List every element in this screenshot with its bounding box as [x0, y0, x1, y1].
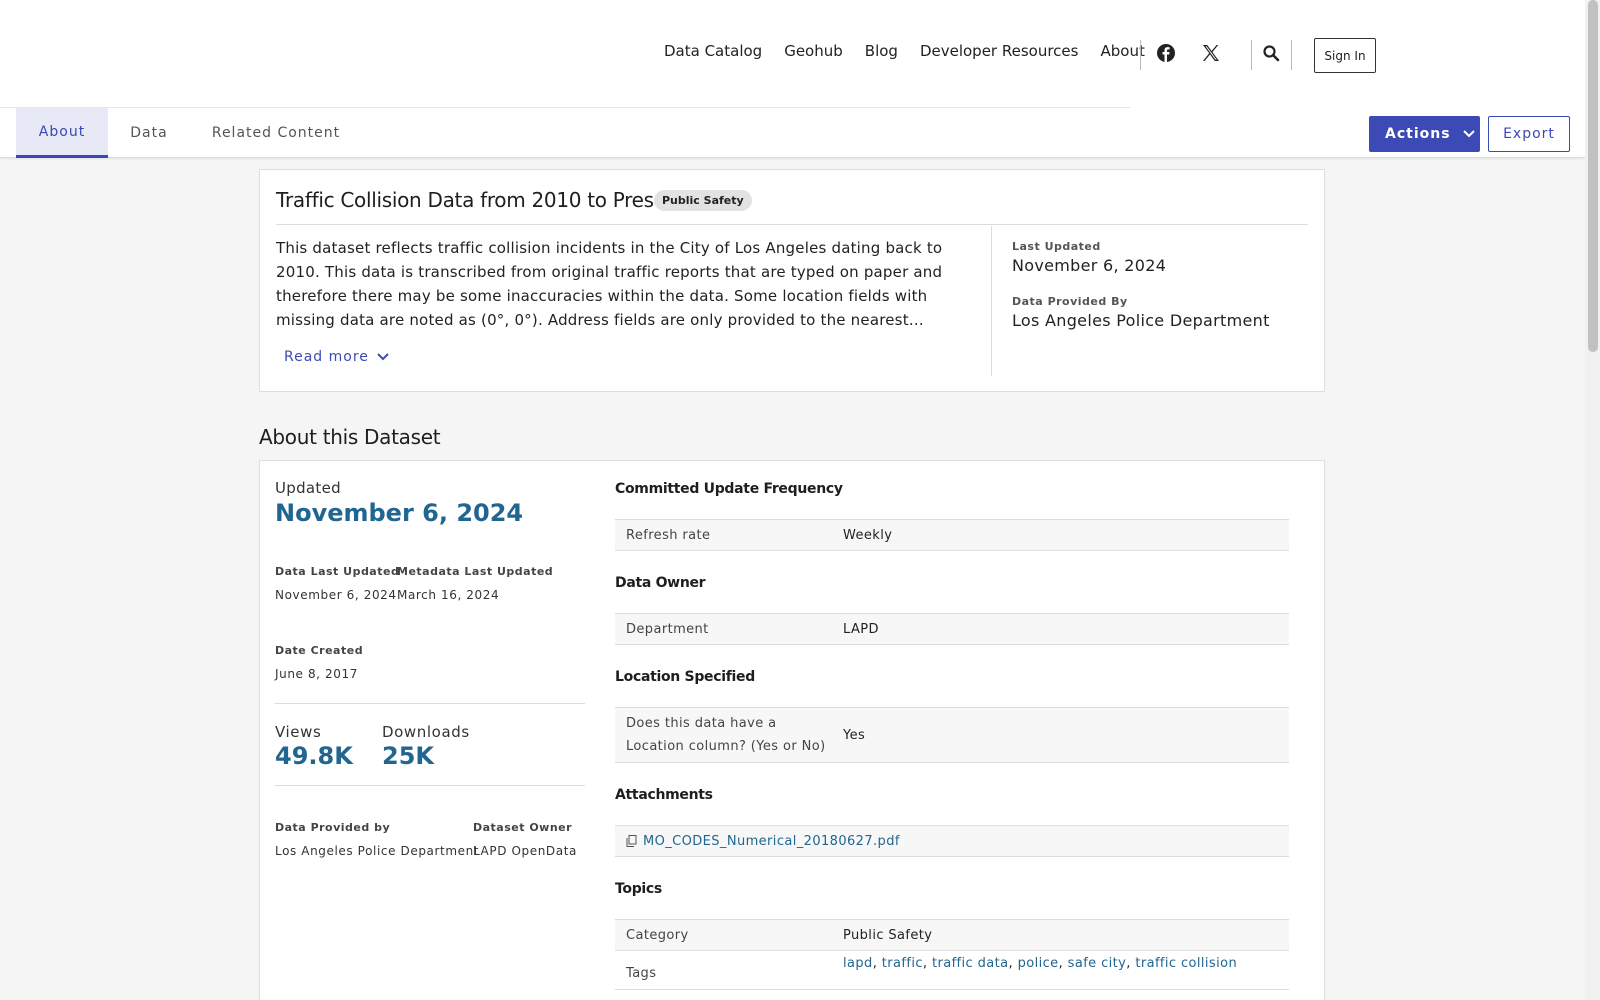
category-badge: Public Safety	[654, 190, 752, 211]
search-divider-left	[1251, 40, 1252, 70]
downloads-value: 25K	[382, 742, 434, 770]
attachments-heading: Attachments	[615, 787, 713, 803]
about-section-title: About this Dataset	[259, 425, 441, 449]
nav-divider	[1140, 40, 1141, 70]
read-more-button[interactable]: Read more	[284, 349, 389, 365]
data-provided-by-label: Data Provided by	[275, 821, 391, 834]
data-owner-heading: Data Owner	[615, 575, 706, 591]
nav-blog[interactable]: Blog	[865, 42, 898, 60]
dataset-owner-label: Dataset Owner	[473, 821, 573, 834]
location-table: Does this data have a Location column? (…	[615, 707, 1289, 763]
table-row: Tags lapd, traffic, traffic data, police…	[615, 951, 1289, 990]
nav-developer-resources[interactable]: Developer Resources	[920, 42, 1079, 60]
downloads-label: Downloads	[382, 723, 470, 741]
department-value: LAPD	[843, 614, 1289, 644]
dataset-summary-card: Traffic Collision Data from 2010 to Pres…	[259, 169, 1325, 392]
update-frequency-heading: Committed Update Frequency	[615, 481, 843, 497]
facebook-icon[interactable]	[1155, 42, 1177, 64]
metadata-last-updated-value: March 16, 2024	[397, 588, 500, 602]
attachment-link[interactable]: MO_CODES_Numerical_20180627.pdf	[615, 826, 1289, 856]
export-button[interactable]: Export	[1488, 116, 1570, 152]
stats-divider-bottom	[275, 785, 585, 786]
main-nav: Data Catalog Geohub Blog Developer Resou…	[664, 42, 1145, 60]
dataset-owner-value: LAPD OpenData	[473, 844, 577, 858]
table-row: Refresh rate Weekly	[615, 520, 1289, 551]
tag-separator: ,	[872, 956, 882, 971]
department-key: Department	[615, 614, 843, 644]
topics-table: Category Public Safety Tags lapd, traffi…	[615, 919, 1289, 990]
attachments-table: MO_CODES_Numerical_20180627.pdf	[615, 825, 1289, 857]
location-column-value: Yes	[843, 708, 1289, 762]
page-title: Traffic Collision Data from 2010 to Pres…	[276, 188, 686, 212]
data-last-updated-value: November 6, 2024	[275, 588, 397, 602]
provided-by-value: Los Angeles Police Department	[1012, 311, 1270, 330]
category-key: Category	[615, 920, 843, 950]
search-icon[interactable]	[1262, 44, 1282, 64]
tag-link[interactable]: traffic	[882, 952, 923, 975]
table-row: Category Public Safety	[615, 920, 1289, 951]
summary-divider	[276, 224, 1308, 225]
category-value: Public Safety	[843, 920, 1289, 950]
scrollbar-thumb[interactable]	[1588, 0, 1598, 352]
refresh-rate-key: Refresh rate	[615, 520, 843, 550]
topics-heading: Topics	[615, 881, 662, 897]
page-tabs: About Data Related Content Actions Expor…	[0, 108, 1585, 158]
about-dataset-card: Updated November 6, 2024 Data Last Updat…	[259, 460, 1325, 1000]
site-header: Data Catalog Geohub Blog Developer Resou…	[0, 0, 1585, 108]
tags-key: Tags	[626, 965, 657, 981]
provided-by-label: Data Provided By	[1012, 295, 1128, 308]
summary-column-divider	[991, 226, 992, 376]
update-frequency-table: Refresh rate Weekly	[615, 519, 1289, 551]
tag-link[interactable]: police	[1018, 952, 1059, 975]
views-label: Views	[275, 723, 322, 741]
table-row: Department LAPD	[615, 614, 1289, 645]
tab-related-content[interactable]: Related Content	[200, 108, 352, 158]
location-column-key: Does this data have a Location column? (…	[615, 708, 843, 762]
tag-link[interactable]: safe city	[1068, 952, 1127, 975]
data-owner-table: Department LAPD	[615, 613, 1289, 645]
chevron-down-icon	[1462, 130, 1475, 138]
attachment-filename: MO_CODES_Numerical_20180627.pdf	[643, 833, 900, 849]
search-divider-right	[1291, 40, 1292, 70]
document-icon	[626, 835, 637, 847]
data-provided-by-value: Los Angeles Police Department	[275, 844, 480, 858]
tab-about[interactable]: About	[16, 108, 108, 158]
tag-separator: ,	[1058, 956, 1068, 971]
location-specified-heading: Location Specified	[615, 669, 755, 685]
metadata-last-updated-label: Metadata Last Updated	[397, 565, 554, 578]
tag-separator: ,	[922, 956, 932, 971]
last-updated-value: November 6, 2024	[1012, 256, 1167, 275]
x-twitter-icon[interactable]	[1200, 42, 1222, 64]
refresh-rate-value: Weekly	[843, 520, 1289, 550]
tag-separator: ,	[1008, 956, 1018, 971]
chevron-down-icon	[377, 353, 389, 361]
date-created-value: June 8, 2017	[275, 667, 358, 681]
tag-link[interactable]: lapd	[843, 952, 873, 975]
updated-value: November 6, 2024	[275, 499, 524, 527]
data-last-updated-label: Data Last Updated	[275, 565, 400, 578]
actions-label: Actions	[1385, 126, 1451, 142]
tag-link[interactable]: traffic collision	[1135, 952, 1237, 975]
sign-in-button[interactable]: Sign In	[1314, 38, 1376, 73]
dataset-description: This dataset reflects traffic collision …	[276, 239, 943, 329]
actions-button[interactable]: Actions	[1369, 116, 1480, 152]
nav-geohub[interactable]: Geohub	[784, 42, 843, 60]
tag-separator: ,	[1126, 956, 1136, 971]
tags-list: lapd, traffic, traffic data, police, saf…	[843, 951, 1289, 989]
tab-data[interactable]: Data	[108, 108, 190, 158]
updated-label: Updated	[275, 479, 341, 497]
attachment-row: MO_CODES_Numerical_20180627.pdf	[615, 826, 1289, 857]
tag-link[interactable]: traffic data	[932, 952, 1009, 975]
table-row: Does this data have a Location column? (…	[615, 708, 1289, 763]
views-value: 49.8K	[275, 742, 353, 770]
nav-about[interactable]: About	[1100, 42, 1144, 60]
stats-divider-top	[275, 703, 585, 704]
date-created-label: Date Created	[275, 644, 364, 657]
nav-data-catalog[interactable]: Data Catalog	[664, 42, 762, 60]
read-more-label: Read more	[284, 349, 369, 365]
last-updated-label: Last Updated	[1012, 240, 1101, 253]
